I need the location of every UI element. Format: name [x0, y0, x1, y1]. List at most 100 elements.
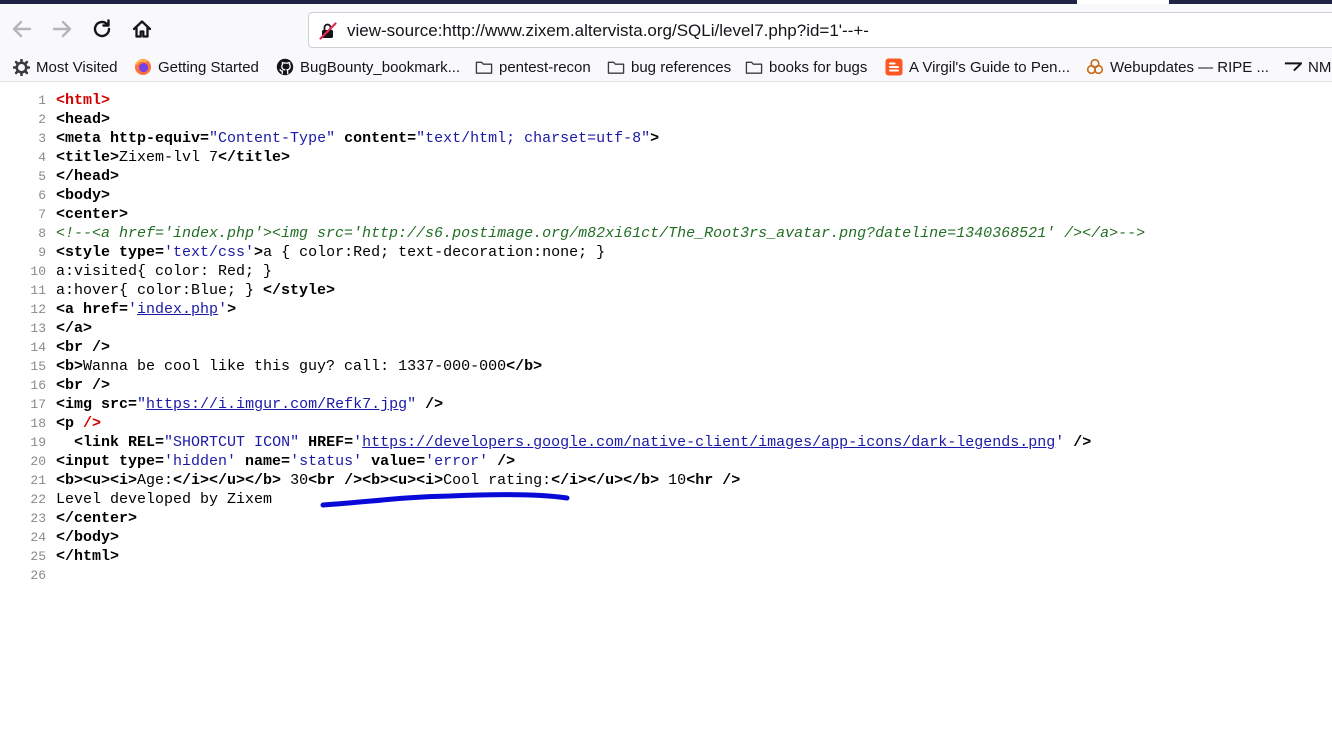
- forward-button[interactable]: [46, 14, 78, 44]
- source-line: 14 <br />: [0, 339, 1332, 358]
- text-node: 30: [281, 472, 309, 489]
- html-tag: <link: [74, 434, 120, 451]
- bookmark-folder-books-for-bugs[interactable]: books for bugs: [745, 56, 867, 78]
- bookmark-folder-bug-references[interactable]: bug references: [607, 56, 731, 78]
- source-link-imgur[interactable]: https://i.imgur.com/Refk7.jpg: [146, 396, 407, 413]
- html-tag: </a>: [56, 320, 93, 337]
- line-code: <meta http-equiv="Content-Type" content=…: [56, 130, 659, 147]
- line-number: 18: [30, 416, 46, 431]
- bookmark-most-visited[interactable]: Most Visited: [12, 56, 117, 78]
- line-number: 11: [30, 283, 46, 298]
- line-code: </body>: [56, 529, 119, 546]
- text-node: 10: [659, 472, 687, 489]
- line-code: </center>: [56, 510, 137, 527]
- attr-quote: ': [218, 301, 228, 318]
- source-line: 18 <p />: [0, 415, 1332, 434]
- bookmark-bugbounty[interactable]: BugBounty_bookmark...: [276, 56, 460, 78]
- line-code: <b>Wanna be cool like this guy? call: 13…: [56, 358, 542, 375]
- line-code: <input type='hidden' name='status' value…: [56, 453, 515, 470]
- line-number: 2: [38, 112, 46, 127]
- html-tag: <meta: [56, 130, 102, 147]
- home-button[interactable]: [126, 14, 158, 44]
- bookmark-label: A Virgil's Guide to Pen...: [909, 58, 1071, 76]
- address-bar[interactable]: view-source:http://www.zixem.altervista.…: [308, 12, 1332, 48]
- source-line: 12 <a href='index.php'>: [0, 301, 1332, 320]
- source-line: 23 </center>: [0, 510, 1332, 529]
- html-tag: <b><u><i>: [56, 472, 138, 489]
- line-code: </a>: [56, 320, 92, 337]
- source-line: 5 </head>: [0, 168, 1332, 187]
- source-line: 3 <meta http-equiv="Content-Type" conten…: [0, 130, 1332, 149]
- html-tag: </center>: [56, 510, 138, 527]
- line-number: 9: [38, 245, 46, 260]
- bookmark-label: bug references: [631, 58, 732, 76]
- bookmark-virgils-guide[interactable]: A Virgil's Guide to Pen...: [885, 56, 1070, 78]
- html-tag: <br />: [56, 377, 111, 394]
- line-code: <b><u><i>Age:</i></u></b> 30<br /><b><u>…: [56, 472, 740, 489]
- line-number: 8: [38, 226, 46, 241]
- line-number: 10: [30, 264, 46, 279]
- source-link-icon[interactable]: https://developers.google.com/native-cli…: [362, 434, 1055, 451]
- line-code: <head>: [56, 111, 110, 128]
- bookmark-label: Most Visited: [36, 58, 118, 76]
- address-url-text[interactable]: view-source:http://www.zixem.altervista.…: [347, 21, 869, 41]
- attr-name: value=: [362, 453, 426, 470]
- source-line: 7 <center>: [0, 206, 1332, 225]
- source-link-index[interactable]: index.php: [137, 301, 218, 318]
- back-button[interactable]: [6, 14, 38, 44]
- attr-quote: ': [353, 434, 363, 451]
- html-tag: >: [650, 130, 660, 147]
- line-number: 12: [30, 302, 46, 317]
- folder-icon: [745, 58, 763, 76]
- line-number: 16: [30, 378, 46, 393]
- text-node: Cool rating:: [443, 472, 552, 489]
- html-tag: <b><u><i>: [362, 472, 444, 489]
- html-tag: <head>: [56, 111, 111, 128]
- bookmark-webupdates-ripe[interactable]: Webupdates — RIPE ...: [1086, 56, 1269, 78]
- html-tag: </body>: [56, 529, 120, 546]
- html-tag: />: [416, 396, 444, 413]
- source-line: 2 <head>: [0, 111, 1332, 130]
- reload-button[interactable]: [86, 14, 118, 44]
- html-tag: <p: [56, 415, 75, 432]
- attr-name: type=: [110, 453, 165, 470]
- line-code: <link REL="SHORTCUT ICON" HREF='https://…: [56, 434, 1091, 451]
- nmap-icon: [1284, 58, 1302, 76]
- bookmark-nm[interactable]: NM: [1284, 56, 1331, 78]
- source-line: 19 <link REL="SHORTCUT ICON" HREF='https…: [0, 434, 1332, 453]
- line-number: 26: [30, 568, 46, 583]
- bookmark-folder-pentest-recon[interactable]: pentest-recon: [475, 56, 591, 78]
- html-tag: </i></u></b>: [173, 472, 282, 489]
- html-tag: <br />: [56, 339, 111, 356]
- line-number: 6: [38, 188, 46, 203]
- bookmark-label: BugBounty_bookmark...: [300, 58, 461, 76]
- html-tag: <center>: [56, 206, 129, 223]
- line-code: a:visited{ color: Red; }: [56, 263, 272, 280]
- back-arrow-icon: [12, 20, 32, 38]
- attr-quote: ': [1055, 434, 1065, 451]
- source-line: 8 <!--<a href='index.php'><img src='http…: [0, 225, 1332, 244]
- html-tag: >: [254, 244, 264, 261]
- source-line: 4 <title>Zixem-lvl 7</title>: [0, 149, 1332, 168]
- line-number: 19: [30, 435, 46, 450]
- line-number: 1: [38, 93, 46, 108]
- html-tag: />: [488, 453, 516, 470]
- html-tag: <style: [56, 244, 111, 261]
- attr-quote: ": [407, 396, 417, 413]
- source-line: 16 <br />: [0, 377, 1332, 396]
- line-number: 25: [30, 549, 46, 564]
- html-tag: </b>: [506, 358, 543, 375]
- firefox-icon: [134, 58, 152, 76]
- pen-underline-annotation: [320, 492, 570, 508]
- gear-icon: [12, 58, 30, 76]
- line-code: <br />: [56, 339, 110, 356]
- home-icon: [132, 20, 152, 38]
- bookmark-getting-started[interactable]: Getting Started: [134, 56, 259, 78]
- attr-value: "Content-Type": [209, 130, 336, 147]
- line-code: </html>: [56, 548, 119, 565]
- line-code: <style type='text/css'>a { color:Red; te…: [56, 244, 605, 261]
- line-code: <a href='index.php'>: [56, 301, 236, 318]
- text-node: a:visited{ color: Red; }: [56, 263, 273, 280]
- line-code: <html>: [56, 92, 110, 109]
